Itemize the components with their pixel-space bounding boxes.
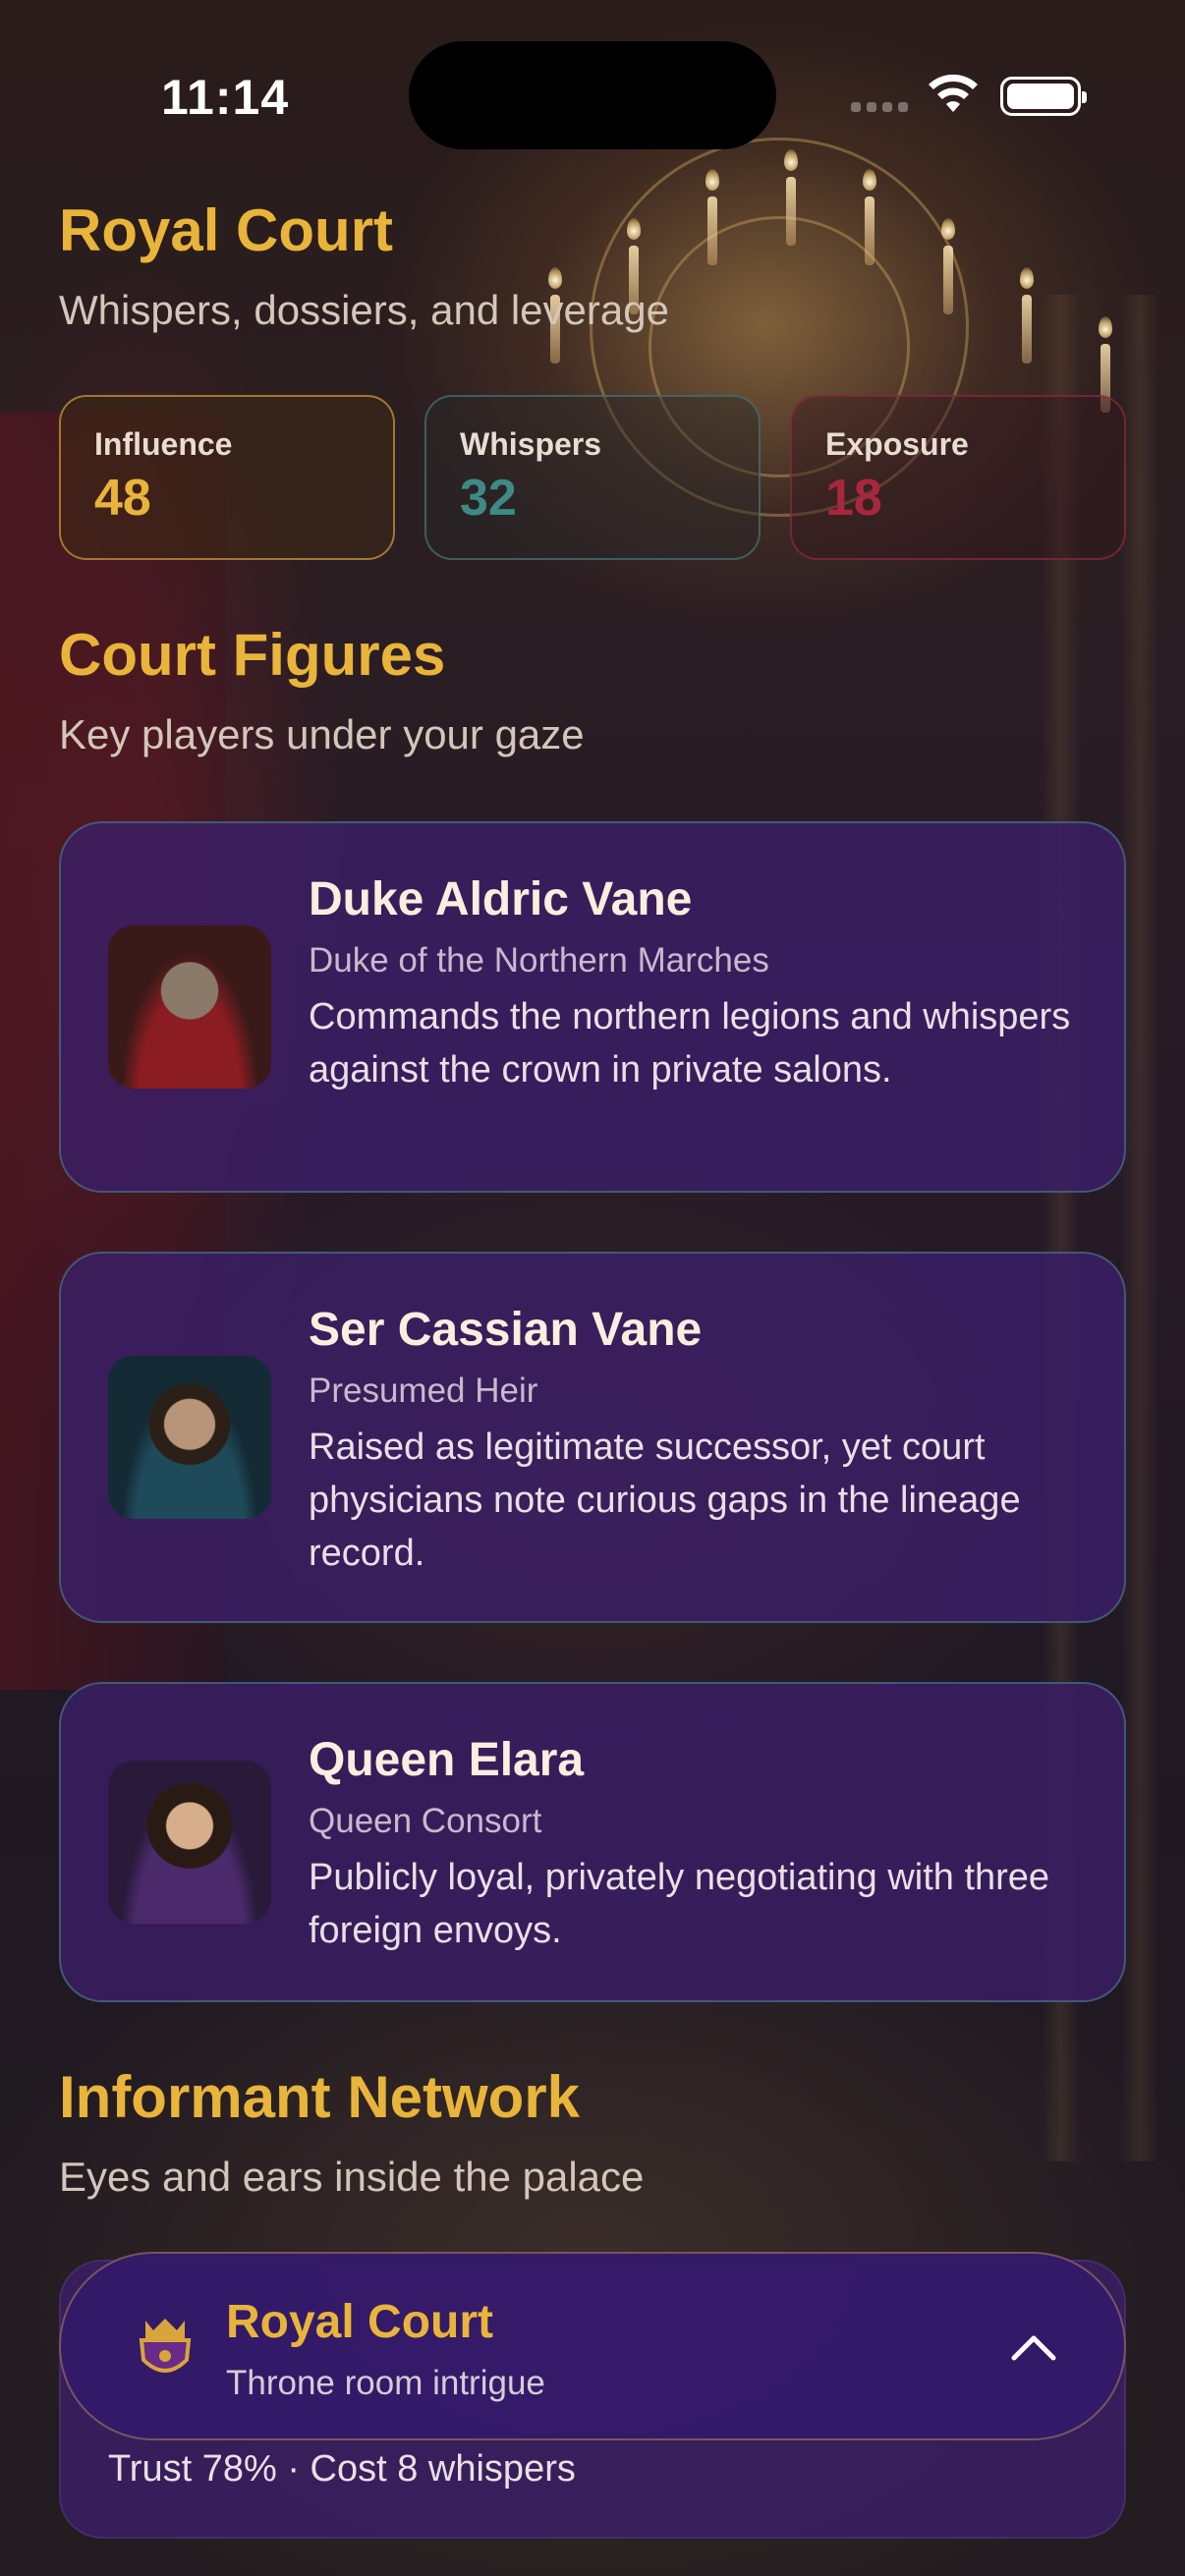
figure-description: Raised as legitimate successor, yet cour… [309,1427,1021,1574]
stat-exposure: Exposure 18 [790,395,1126,560]
stat-value: 18 [825,470,882,527]
figure-role: Queen Consort [309,1802,542,1840]
figure-description: Commands the northern legions and whispe… [309,996,1071,1091]
page-title: Royal Court [59,197,394,263]
stat-label: Whispers [460,426,602,462]
stat-label: Exposure [825,426,969,462]
crest-icon [139,2319,192,2373]
figure-card-ser-cassian-vane[interactable]: Ser Cassian Vane Presumed Heir Raised as… [59,1252,1126,1623]
court-switcher-bar[interactable]: Royal Court Throne room intrigue [59,2252,1126,2440]
figure-description: Publicly loyal, privately negotiating wi… [309,1857,1050,1951]
chevron-up-icon[interactable] [1004,2319,1063,2378]
cellular-signal-icon [851,102,908,112]
bottom-bar-subtitle: Throne room intrigue [226,2364,545,2402]
portrait-image [108,925,271,1089]
portrait-image [108,1356,271,1519]
status-time: 11:14 [161,70,290,125]
wifi-icon [929,74,978,112]
figure-name: Queen Elara [309,1734,585,1786]
section-title-court-figures: Court Figures [59,622,446,688]
section-title-informant-network: Informant Network [59,2064,581,2130]
section-subtitle-court-figures: Key players under your gaze [59,711,585,757]
figure-role: Duke of the Northern Marches [309,941,769,980]
figure-name: Ser Cassian Vane [309,1304,703,1356]
figure-card-duke-aldric-vane[interactable]: Duke Aldric Vane Duke of the Northern Ma… [59,821,1126,1193]
stat-whispers: Whispers 32 [424,395,761,560]
page-subtitle: Whispers, dossiers, and leverage [59,287,669,333]
stat-label: Influence [94,426,233,462]
bottom-bar-title: Royal Court [226,2296,494,2348]
section-subtitle-informant-network: Eyes and ears inside the palace [59,2154,645,2200]
portrait-image [108,1761,271,1924]
status-bar: 11:14 [0,0,1185,187]
battery-icon [1000,77,1087,116]
stat-value: 32 [460,470,517,527]
informant-meta: Trust 78% · Cost 8 whispers [108,2448,576,2490]
figure-card-queen-elara[interactable]: Queen Elara Queen Consort Publicly loyal… [59,1682,1126,2002]
figure-role: Presumed Heir [309,1372,538,1410]
figure-name: Duke Aldric Vane [309,873,693,925]
dynamic-island [409,41,776,149]
stat-value: 48 [94,470,151,527]
stat-influence: Influence 48 [59,395,395,560]
